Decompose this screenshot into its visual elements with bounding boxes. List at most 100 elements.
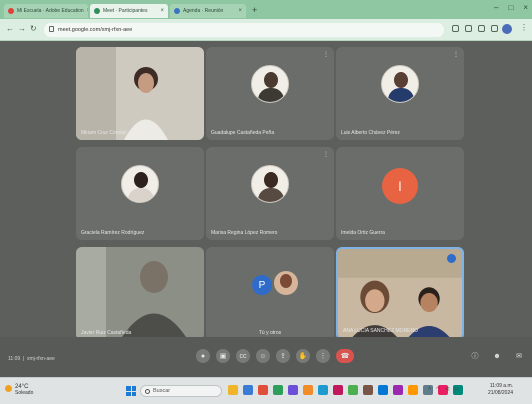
raise-hand-icon[interactable]: ✋ xyxy=(296,349,310,363)
taskbar-app-icon[interactable] xyxy=(318,385,328,395)
taskbar-clock[interactable]: 11:09 a.m. 21/08/2024 xyxy=(488,383,513,397)
call-controls: ● ▣ cc ☺ ⇪ ✋ ⋮ ☎ xyxy=(196,349,354,363)
tab-label: Agenda · Reunión xyxy=(183,8,224,14)
clock-time: 11:09 a.m. xyxy=(489,383,514,389)
taskbar-app-icon[interactable] xyxy=(408,385,418,395)
more-options-icon[interactable]: ⋮ xyxy=(323,151,329,158)
url-field[interactable]: meet.google.com/xmj-rfxn-aee xyxy=(44,23,444,37)
browser-menu-icon[interactable]: ⋮ xyxy=(520,23,528,32)
taskbar-search-input[interactable]: Buscar xyxy=(140,385,222,397)
camera-icon[interactable]: ▣ xyxy=(216,349,230,363)
favicon-icon xyxy=(94,8,100,14)
address-bar-row: ← → ↻ meet.google.com/xmj-rfxn-aee ⋮ xyxy=(0,19,532,41)
participant-name: Guadalupe Castañeda Peña xyxy=(211,130,275,136)
captions-icon[interactable]: cc xyxy=(236,349,250,363)
participant-name: Graciela Ramírez Rodríguez xyxy=(81,230,145,236)
search-icon xyxy=(145,389,150,394)
url-text: meet.google.com/xmj-rfxn-aee xyxy=(58,27,133,33)
back-icon[interactable]: ← xyxy=(6,24,14,33)
participant-name: Tú y otros xyxy=(258,330,282,336)
emoji-icon[interactable]: ☺ xyxy=(256,349,270,363)
minimize-icon[interactable]: – xyxy=(494,3,498,12)
favicon-icon xyxy=(8,8,14,14)
avatar xyxy=(251,165,289,204)
taskbar-app-icon[interactable] xyxy=(378,385,388,395)
participant-tile[interactable]: ⋮ Marisa Regina López Romero xyxy=(206,147,334,240)
wifi-icon[interactable]: ◠ xyxy=(436,386,440,392)
tab-meet[interactable]: Meet · Participantes × xyxy=(90,4,168,18)
more-options-icon[interactable]: ⋮ xyxy=(316,349,330,363)
avatar xyxy=(251,65,289,104)
participant-tile[interactable]: Miriam Cruz Cornejo xyxy=(76,47,204,140)
toolbar-icons xyxy=(452,25,498,32)
split-view-icon[interactable] xyxy=(491,25,498,32)
taskbar-app-icon[interactable] xyxy=(393,385,403,395)
start-button[interactable] xyxy=(126,386,136,396)
forward-icon[interactable]: → xyxy=(18,24,26,33)
bookmark-icon[interactable] xyxy=(465,25,472,32)
participant-name: Javier Ruiz Castañeda xyxy=(81,330,132,336)
tab-mi-escuela[interactable]: Mi Escuela · Adobe Education × xyxy=(4,4,88,18)
window-controls: – □ × xyxy=(494,3,528,12)
taskbar-app-icon[interactable] xyxy=(273,385,283,395)
sun-icon xyxy=(5,385,12,392)
new-tab-button[interactable]: + xyxy=(252,5,257,15)
participant-tile-active[interactable]: ANA LUCIA SANCHEZ MORENO xyxy=(336,247,464,340)
favicon-icon xyxy=(174,8,180,14)
extension-icon[interactable] xyxy=(452,25,459,32)
tab-label: Meet · Participantes xyxy=(103,8,148,14)
taskbar-app-icon[interactable] xyxy=(228,385,238,395)
camera-feed xyxy=(338,249,462,338)
taskbar: 24°C Soleado Buscar ˄ ◠ ◁ ▭ 11:09 a.m. 2… xyxy=(0,377,532,404)
close-icon[interactable]: × xyxy=(87,8,88,14)
tab-label: Mi Escuela · Adobe Education xyxy=(17,8,84,14)
letter-avatar: I xyxy=(382,168,418,205)
participant-tile[interactable]: Javier Ruiz Castañeda xyxy=(76,247,204,340)
close-icon[interactable]: × xyxy=(160,8,164,14)
battery-icon[interactable]: ▭ xyxy=(454,386,459,392)
chevron-up-icon[interactable]: ˄ xyxy=(428,386,431,392)
avatar xyxy=(121,165,159,204)
taskbar-app-icon[interactable] xyxy=(258,385,268,395)
profile-avatar[interactable] xyxy=(502,24,512,34)
search-placeholder: Buscar xyxy=(153,388,171,394)
info-icon[interactable]: ⓘ xyxy=(468,349,482,363)
system-tray: ˄ ◠ ◁ ▭ xyxy=(428,386,459,392)
participant-name: ANA LUCIA SANCHEZ MORENO xyxy=(343,328,419,334)
more-options-icon[interactable]: ⋮ xyxy=(323,51,329,58)
download-icon[interactable] xyxy=(478,25,485,32)
taskbar-app-icon[interactable] xyxy=(303,385,313,395)
volume-icon[interactable]: ◁ xyxy=(445,386,449,392)
meeting-time: 11:09 xyxy=(8,356,21,362)
meeting-code: xmj-rfxn-aee xyxy=(27,356,55,362)
maximize-icon[interactable]: □ xyxy=(508,3,513,12)
participant-tile[interactable]: I Imelda Ortiz Guerra xyxy=(336,147,464,240)
tab-agenda[interactable]: Agenda · Reunión × xyxy=(170,4,246,18)
taskbar-app-icon[interactable] xyxy=(243,385,253,395)
taskbar-app-icon[interactable] xyxy=(363,385,373,395)
taskbar-app-icon[interactable] xyxy=(348,385,358,395)
weather-widget[interactable]: 24°C Soleado xyxy=(5,384,33,396)
people-icon[interactable]: ☻ xyxy=(490,349,504,363)
microphone-icon[interactable]: ● xyxy=(196,349,210,363)
end-call-button[interactable]: ☎ xyxy=(336,349,354,363)
taskbar-app-icon[interactable] xyxy=(288,385,298,395)
close-window-icon[interactable]: × xyxy=(523,3,528,12)
taskbar-app-icon[interactable] xyxy=(333,385,343,395)
close-icon[interactable]: × xyxy=(238,8,242,14)
reload-icon[interactable]: ↻ xyxy=(30,24,37,33)
meeting-info: 11:09 | xmj-rfxn-aee xyxy=(8,356,55,362)
participant-tile[interactable]: ⋮ Guadalupe Castañeda Peña xyxy=(206,47,334,140)
participant-name: Imelda Ortiz Guerra xyxy=(341,230,385,236)
participant-tile[interactable]: P Tú y otros xyxy=(206,247,334,340)
meeting-controls-bar: 11:09 | xmj-rfxn-aee ● ▣ cc ☺ ⇪ ✋ ⋮ ☎ ⓘ … xyxy=(0,337,532,377)
browser-tabstrip: Mi Escuela · Adobe Education × Meet · Pa… xyxy=(0,0,532,19)
meeting-grid: Miriam Cruz Cornejo ⋮ Guadalupe Castañed… xyxy=(0,41,532,377)
participant-tile[interactable]: ⋮ Luis Alberto Chávez Pérez xyxy=(336,47,464,140)
side-panel-controls: ⓘ ☻ ✉ xyxy=(468,349,526,363)
chat-icon[interactable]: ✉ xyxy=(512,349,526,363)
more-options-icon[interactable]: ⋮ xyxy=(453,51,459,58)
participant-tile[interactable]: Graciela Ramírez Rodríguez xyxy=(76,147,204,240)
participant-name: Luis Alberto Chávez Pérez xyxy=(341,130,400,136)
present-icon[interactable]: ⇪ xyxy=(276,349,290,363)
